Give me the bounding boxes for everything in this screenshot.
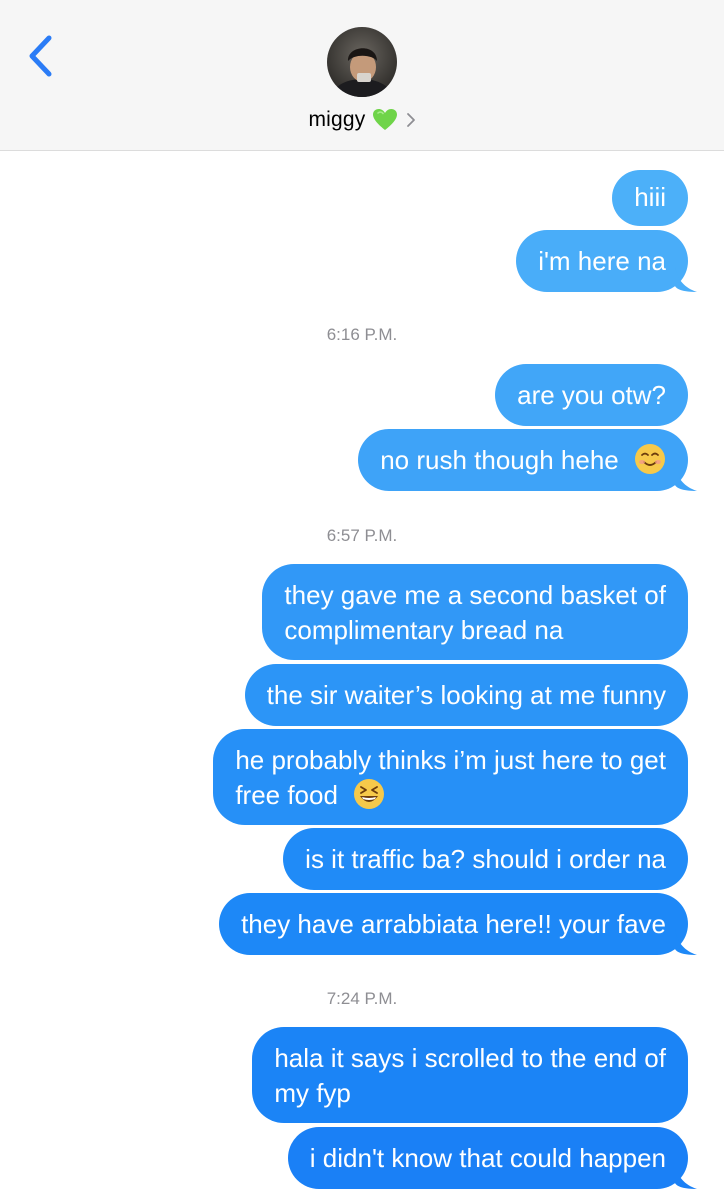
timestamp: 7:24 P.M.	[326, 989, 398, 1008]
message-bubble[interactable]: i didn't know that could happen	[287, 1127, 688, 1189]
message-text: no rush though hehe	[380, 445, 619, 475]
back-button[interactable]	[22, 32, 62, 82]
chevron-left-icon[interactable]	[22, 32, 62, 82]
message-bubble[interactable]: no rush though hehe	[358, 429, 688, 491]
grinning-squinting-face-icon	[354, 779, 385, 809]
message-text-line: free food	[235, 780, 338, 810]
smiling-face-icon	[635, 444, 665, 474]
message-bubble[interactable]: the sir waiter’s looking at me funny	[244, 664, 688, 726]
message-bubble[interactable]: hala it says i scrolled to the end of my…	[252, 1027, 688, 1123]
conversation-header: miggy	[0, 0, 724, 151]
message-text: hiii	[634, 182, 666, 212]
message-bubble[interactable]: is it traffic ba? should i order na	[283, 828, 688, 890]
message-text-line: hala it says i scrolled to the end of	[274, 1043, 666, 1073]
message-text: i didn't know that could happen	[309, 1143, 666, 1173]
message-text: they have arrabbiata here!! your fave	[241, 909, 666, 939]
timestamp: 6:57 P.M.	[326, 526, 398, 545]
message-bubble[interactable]: they have arrabbiata here!! your fave	[219, 893, 688, 955]
message-text-line: he probably thinks i’m just here to get	[235, 745, 666, 775]
message-bubble[interactable]: hiii	[612, 170, 688, 226]
message-bubble[interactable]: i'm here na	[516, 230, 688, 292]
message-text: are you otw?	[517, 380, 666, 410]
timestamp: 6:16 P.M.	[326, 325, 398, 344]
message-text: is it traffic ba? should i order na	[305, 844, 666, 874]
message-bubble[interactable]: he probably thinks i’m just here to get …	[213, 729, 688, 825]
message-text: the sir waiter’s looking at me funny	[266, 680, 666, 710]
avatar[interactable]	[327, 27, 397, 97]
message-bubble[interactable]: they gave me a second basket of complime…	[262, 564, 688, 660]
message-text-line-with-emoji: free food	[235, 778, 666, 813]
contact-info[interactable]: miggy	[0, 104, 724, 136]
message-text-line: my fyp	[274, 1078, 351, 1108]
message-text-line: complimentary bread na	[284, 615, 564, 645]
message-bubble[interactable]: are you otw?	[495, 364, 688, 426]
green-heart-icon	[372, 109, 397, 130]
contact-name: miggy	[308, 108, 366, 131]
message-text: i'm here na	[538, 246, 666, 276]
message-text-line: they gave me a second basket of	[284, 580, 666, 610]
chevron-right-icon	[406, 113, 415, 127]
